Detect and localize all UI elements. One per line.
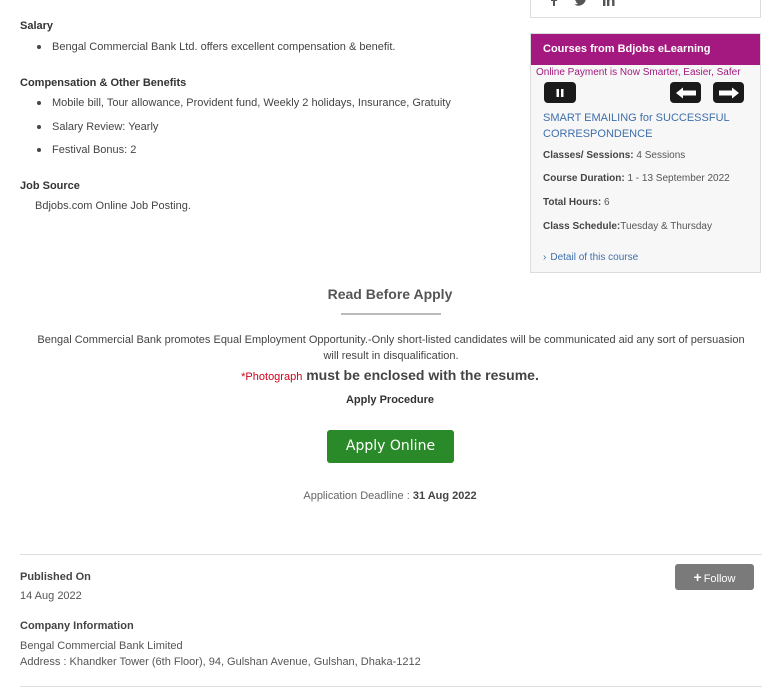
company-info-title: Company Information — [20, 620, 134, 632]
deadline-label: Application Deadline : — [303, 490, 410, 502]
follow-button[interactable]: + Follow — [675, 564, 754, 590]
facebook-icon[interactable] — [549, 0, 559, 9]
partial-text-top — [35, 0, 115, 2]
published-date: 14 Aug 2022 — [20, 590, 82, 602]
follow-label: Follow — [703, 573, 736, 585]
application-deadline: Application Deadline : 31 Aug 2022 — [0, 490, 777, 502]
plus-icon: + — [693, 569, 702, 585]
read-before-apply-text: Bengal Commercial Bank promotes Equal Em… — [37, 334, 745, 362]
course-duration-value: 1 - 13 September 2022 — [627, 173, 730, 184]
arrow-left-icon — [675, 87, 696, 98]
photograph-text: must be enclosed with the resume. — [306, 367, 539, 383]
benefits-item: Festival Bonus: 2 — [20, 144, 451, 168]
job-source-title: Job Source — [20, 180, 80, 192]
previous-button[interactable] — [670, 82, 701, 103]
course-schedule-value: Tuesday & Thursday — [620, 221, 712, 232]
benefits-item: Mobile bill, Tour allowance, Provident f… — [20, 97, 451, 121]
course-box-title: Courses from Bdjobs eLearning — [531, 34, 760, 65]
chevron-right-icon: › — [543, 252, 547, 263]
photograph-mark: *Photograph — [241, 371, 303, 383]
next-button[interactable] — [713, 82, 744, 103]
apply-procedure-title: Apply Procedure — [345, 394, 435, 406]
divider — [20, 686, 762, 687]
pause-button[interactable] — [544, 82, 576, 103]
social-share-box — [530, 0, 761, 18]
salary-item: Bengal Commercial Bank Ltd. offers excel… — [20, 41, 395, 65]
company-name: Bengal Commercial Bank Limited — [20, 640, 183, 652]
course-detail-link[interactable]: › Detail of this course — [543, 252, 638, 263]
course-hours: Total Hours: 6 — [543, 197, 610, 208]
course-schedule: Class Schedule:Tuesday & Thursday — [543, 221, 712, 232]
course-detail-label: Detail of this course — [550, 252, 639, 263]
course-duration: Course Duration: 1 - 13 September 2022 — [543, 173, 730, 184]
published-on-title: Published On — [20, 571, 91, 583]
course-title-link[interactable]: SMART EMAILING for SUCCESSFUL CORRESPOND… — [543, 110, 753, 142]
course-duration-label: Course Duration: — [543, 173, 625, 184]
photograph-notice: *Photograph must be enclosed with the re… — [0, 367, 777, 383]
elearning-course-box: Courses from Bdjobs eLearning Online Pay… — [530, 33, 761, 273]
benefits-list: Mobile bill, Tour allowance, Provident f… — [20, 97, 451, 168]
title-underline — [341, 313, 441, 315]
job-source-text: Bdjobs.com Online Job Posting. — [35, 200, 191, 212]
course-sessions: Classes/ Sessions: 4 Sessions — [543, 150, 685, 161]
twitter-icon[interactable] — [574, 0, 588, 9]
read-before-apply-title: Read Before Apply — [327, 286, 453, 302]
pause-icon — [556, 88, 564, 97]
salary-list: Bengal Commercial Bank Ltd. offers excel… — [20, 41, 395, 65]
divider — [20, 554, 762, 555]
benefits-title: Compensation & Other Benefits — [20, 77, 187, 89]
salary-title: Salary — [20, 20, 54, 32]
apply-online-button[interactable]: Apply Online — [327, 430, 454, 463]
course-marquee: Online Payment is Now Smarter, Easier, S… — [536, 67, 741, 78]
deadline-value: 31 Aug 2022 — [412, 490, 477, 502]
linkedin-icon[interactable] — [602, 0, 616, 9]
course-sessions-value: 4 Sessions — [636, 150, 686, 161]
benefits-item: Salary Review: Yearly — [20, 121, 451, 145]
course-hours-label: Total Hours: — [543, 197, 602, 208]
arrow-right-icon — [718, 87, 739, 98]
course-sessions-label: Classes/ Sessions: — [543, 150, 634, 161]
course-hours-value: 6 — [603, 197, 610, 208]
course-schedule-label: Class Schedule: — [543, 221, 621, 232]
company-address: Address : Khandker Tower (6th Floor), 94… — [20, 656, 421, 668]
